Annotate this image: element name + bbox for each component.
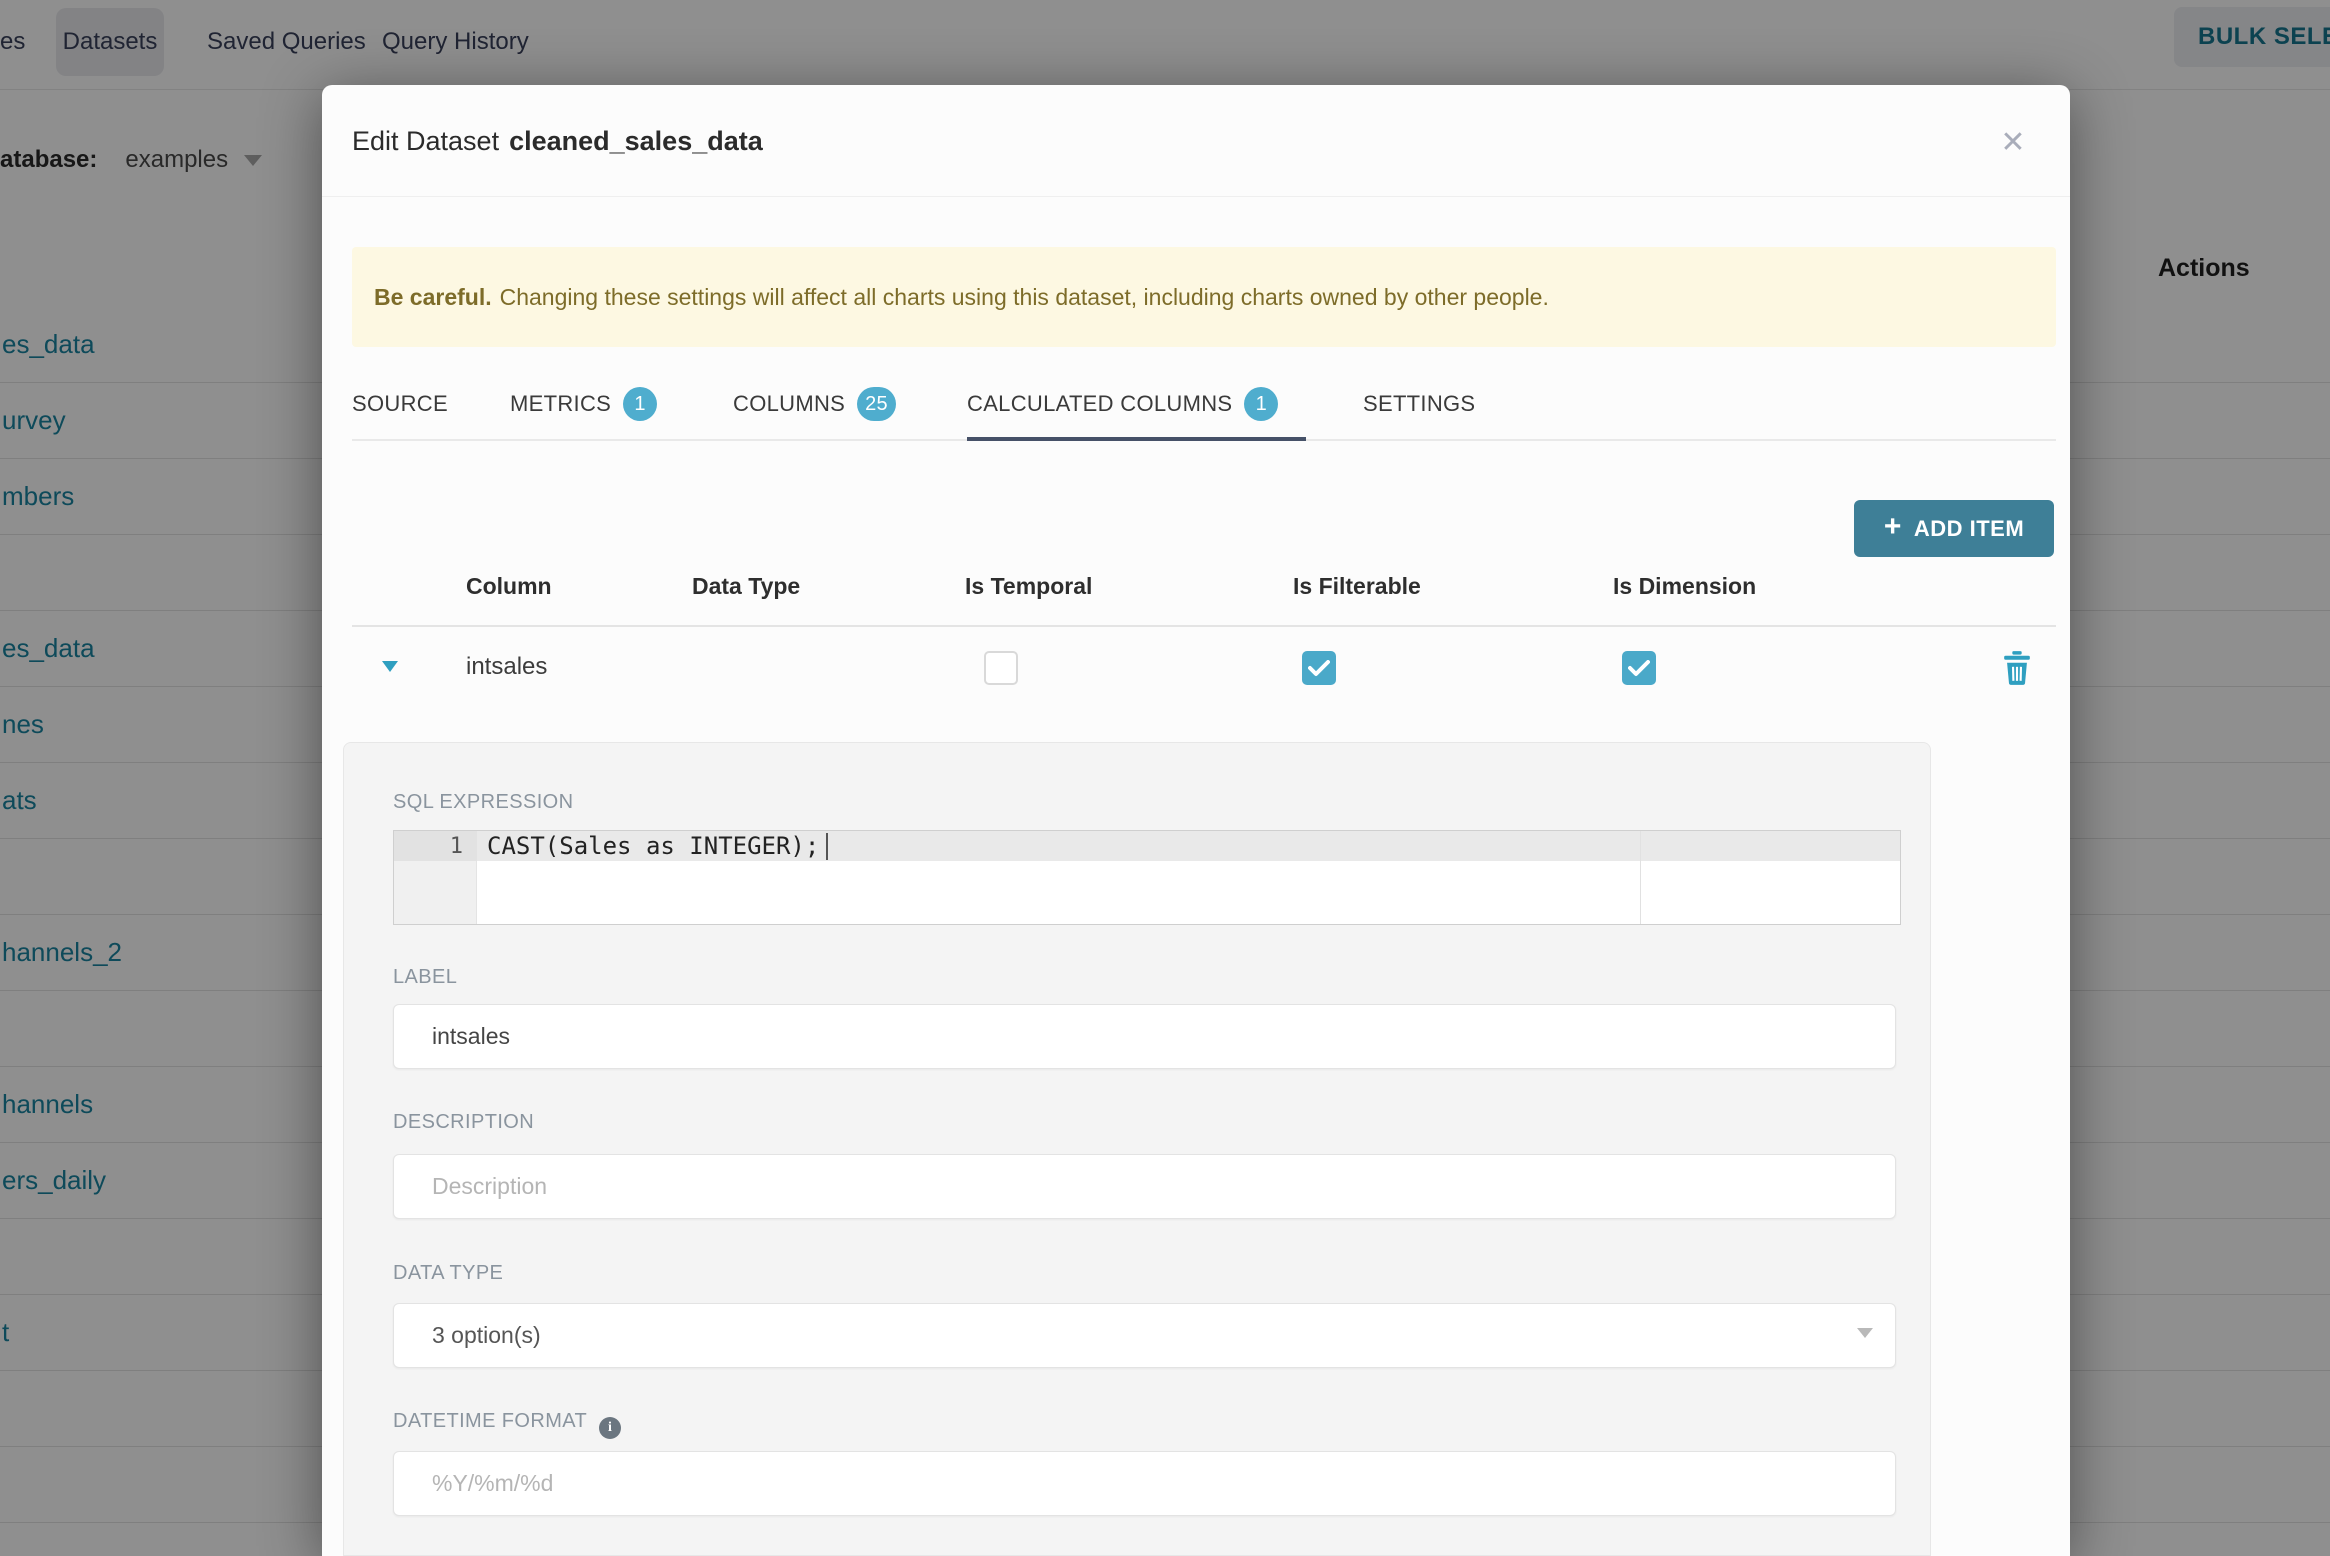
datetime-format-label-text: DATETIME FORMAT <box>393 1410 588 1432</box>
add-item-button[interactable]: + ADD ITEM <box>1854 500 2054 557</box>
close-icon[interactable]: ✕ <box>1990 121 2036 163</box>
chevron-down-icon <box>1857 1328 1873 1338</box>
table-header-divider <box>352 625 2056 627</box>
warning-text: Changing these settings will affect all … <box>499 283 1549 310</box>
warning-bold-text: Be careful. <box>374 283 492 310</box>
editor-text-cursor <box>826 833 828 860</box>
warning-banner: Be careful. Changing these settings will… <box>352 247 2056 347</box>
plus-icon: + <box>1883 510 1902 543</box>
editor-print-margin <box>1640 831 1641 924</box>
trash-icon <box>2004 651 2030 685</box>
column-header-is-temporal: Is Temporal <box>965 573 1093 599</box>
datetime-format-field-label: DATETIME FORMAT i <box>393 1410 622 1439</box>
column-header-data-type: Data Type <box>692 573 801 599</box>
calculated-columns-count-badge: 1 <box>1244 387 1279 421</box>
description-input[interactable] <box>393 1154 1896 1219</box>
sql-expression-label: SQL EXPRESSION <box>393 791 574 813</box>
label-field-label: LABEL <box>393 966 458 988</box>
tab-columns[interactable]: COLUMNS 25 <box>733 367 896 441</box>
tab-metrics[interactable]: METRICS 1 <box>510 367 658 441</box>
info-icon: i <box>599 1417 622 1439</box>
data-type-select-value: 3 option(s) <box>432 1322 541 1348</box>
tab-settings-label: SETTINGS <box>1363 391 1476 416</box>
sql-expression-editor[interactable]: 1 CAST(Sales as INTEGER); <box>393 830 1901 925</box>
edit-dataset-modal: Edit Dataset cleaned_sales_data ✕ Be car… <box>322 85 2070 1556</box>
columns-count-badge: 25 <box>857 387 896 421</box>
active-tab-underline <box>967 437 1306 441</box>
editor-gutter: 1 <box>394 831 477 924</box>
tab-calculated-columns-label: CALCULATED COLUMNS <box>967 391 1233 416</box>
add-item-label: ADD ITEM <box>1913 515 2025 541</box>
tab-calculated-columns[interactable]: CALCULATED COLUMNS 1 <box>967 367 1279 441</box>
calculated-column-detail-panel: SQL EXPRESSION 1 CAST(Sales as INTEGER);… <box>343 742 1931 1556</box>
tab-source-label: SOURCE <box>352 391 448 416</box>
check-icon <box>1628 659 1650 676</box>
column-header-column: Column <box>466 573 552 599</box>
description-field-label: DESCRIPTION <box>393 1111 535 1133</box>
is-filterable-checkbox[interactable] <box>1302 651 1336 685</box>
label-input[interactable] <box>393 1004 1896 1069</box>
is-dimension-checkbox[interactable] <box>1622 651 1656 685</box>
column-header-is-filterable: Is Filterable <box>1293 573 1421 599</box>
data-type-select[interactable]: 3 option(s) <box>393 1303 1896 1368</box>
modal-title: Edit Dataset cleaned_sales_data <box>352 85 763 197</box>
screenshot-root: es Datasets Saved Queries Query History … <box>0 0 2330 1556</box>
modal-header: Edit Dataset cleaned_sales_data ✕ <box>322 85 2070 197</box>
check-icon <box>1308 659 1330 676</box>
tab-settings[interactable]: SETTINGS <box>1363 367 1475 441</box>
metrics-count-badge: 1 <box>623 387 658 421</box>
modal-tabs: SOURCE METRICS 1 COLUMNS 25 CALCULATED C… <box>352 367 2056 441</box>
column-header-is-dimension: Is Dimension <box>1613 573 1757 599</box>
tab-source[interactable]: SOURCE <box>352 367 448 441</box>
modal-title-prefix: Edit Dataset <box>352 125 500 156</box>
is-temporal-checkbox[interactable] <box>984 651 1018 685</box>
tab-columns-label: COLUMNS <box>733 391 846 416</box>
delete-row-button[interactable] <box>2002 651 2032 685</box>
tab-metrics-label: METRICS <box>510 391 612 416</box>
collapse-row-caret-icon[interactable] <box>382 661 398 672</box>
calculated-column-name: intsales <box>466 653 548 680</box>
sql-expression-code[interactable]: CAST(Sales as INTEGER); <box>487 831 819 861</box>
editor-line-number: 1 <box>394 831 477 861</box>
datetime-format-input[interactable] <box>393 1451 1896 1516</box>
modal-title-dataset-name: cleaned_sales_data <box>509 125 763 156</box>
data-type-field-label: DATA TYPE <box>393 1262 504 1284</box>
